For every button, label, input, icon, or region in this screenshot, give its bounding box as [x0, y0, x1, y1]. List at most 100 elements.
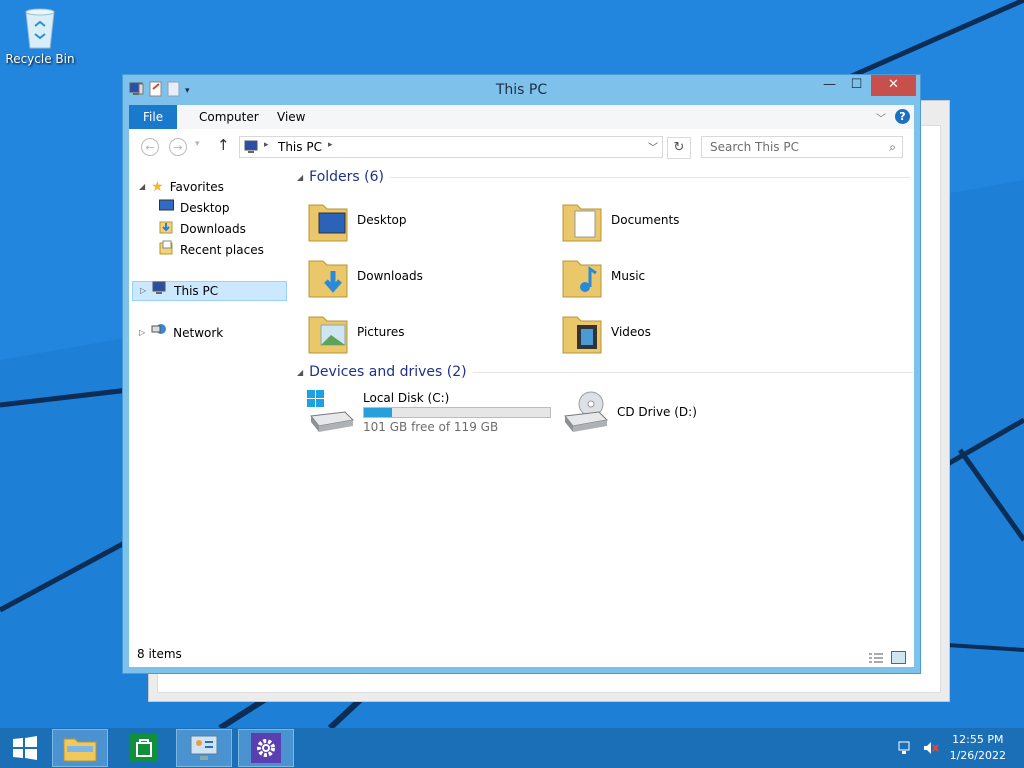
large-icons-view-icon[interactable]: [891, 647, 906, 673]
group-folders-header[interactable]: ◢ Folders (6): [297, 169, 910, 185]
clock-time: 12:55 PM: [952, 733, 1004, 746]
nav-favorites-label: Favorites: [169, 180, 224, 194]
address-bar[interactable]: ▸ This PC ▸ ﹀: [239, 136, 663, 158]
refresh-icon[interactable]: ↻: [667, 137, 691, 159]
nav-this-pc-label: This PC: [174, 284, 219, 298]
nav-favorites[interactable]: ◢ ★ Favorites: [139, 177, 224, 197]
window-title: This PC: [495, 82, 548, 98]
nav-recent-places[interactable]: Recent places: [159, 240, 264, 260]
desktop-icon-recycle-bin[interactable]: Recycle Bin: [4, 6, 76, 66]
downloads-folder-icon: [308, 260, 348, 298]
nav-network[interactable]: ▷ Network: [139, 323, 223, 343]
folder-pictures[interactable]: Pictures: [307, 305, 405, 359]
expand-ribbon-icon[interactable]: ﹀: [876, 110, 886, 125]
desktop-icon-label: Recycle Bin: [5, 52, 75, 66]
close-button[interactable]: ✕: [871, 75, 916, 96]
breadcrumb-this-pc[interactable]: This PC: [278, 140, 322, 154]
folder-desktop[interactable]: Desktop: [307, 193, 407, 247]
taskbar-settings[interactable]: [238, 729, 294, 767]
volume-muted-icon[interactable]: [922, 740, 940, 759]
group-divider: [472, 371, 913, 373]
system-clock[interactable]: 12:55 PM 1/26/2022: [950, 732, 1006, 764]
navigation-pane: ◢ ★ Favorites Desktop Downloads Recent p…: [129, 165, 289, 641]
hard-drive-icon: [307, 390, 355, 432]
folder-label: Videos: [611, 325, 651, 339]
content-area: ← → ▾ ↑ ▸ This PC ▸ ﹀ ↻ Search This PC ⌕…: [129, 129, 914, 667]
forward-button[interactable]: →: [169, 138, 187, 156]
store-icon: [130, 734, 158, 762]
group-folders-label: Folders (6): [309, 169, 384, 185]
expand-arrow-icon[interactable]: ▷: [139, 323, 145, 343]
drive-local-disk-c[interactable]: Local Disk (C:) 101 GB free of 119 GB: [307, 385, 551, 439]
folder-label: Downloads: [357, 269, 423, 283]
breadcrumb-chevron-icon[interactable]: ▸: [264, 140, 269, 150]
cd-drive-icon: [564, 391, 609, 432]
taskbar: 12:55 PM 1/26/2022: [0, 728, 1024, 768]
file-view: ◢ Folders (6) Desktop Documents Download…: [293, 165, 914, 641]
collapse-arrow-icon[interactable]: ◢: [297, 368, 303, 377]
tab-file[interactable]: File: [129, 105, 178, 129]
nav-desktop-label: Desktop: [180, 201, 230, 215]
search-icon[interactable]: ⌕: [889, 137, 896, 157]
network-icon: [151, 323, 167, 343]
title-bar[interactable]: ▾ This PC — ☐ ✕: [123, 75, 920, 104]
gear-icon: [251, 733, 281, 763]
folder-documents[interactable]: Documents: [561, 193, 679, 247]
drive-name: Local Disk (C:): [363, 390, 450, 405]
nav-recent-places-label: Recent places: [180, 243, 264, 257]
folder-videos[interactable]: Videos: [561, 305, 651, 359]
back-button[interactable]: ←: [141, 138, 159, 156]
file-explorer-icon: [63, 738, 97, 762]
pictures-folder-icon: [308, 316, 348, 354]
group-devices-header[interactable]: ◢ Devices and drives (2): [297, 364, 913, 380]
music-folder-icon: [562, 260, 602, 298]
search-input[interactable]: Search This PC ⌕: [701, 136, 903, 158]
file-explorer-window: ▾ This PC — ☐ ✕ File Computer View ﹀ ? ←…: [122, 74, 921, 674]
drive-info: Local Disk (C:) 101 GB free of 119 GB: [363, 391, 551, 434]
group-devices-label: Devices and drives (2): [309, 364, 467, 380]
recent-locations-icon[interactable]: ▾: [195, 139, 200, 149]
folder-downloads[interactable]: Downloads: [307, 249, 423, 303]
recycle-bin-icon: [25, 8, 55, 49]
details-view-icon[interactable]: [868, 647, 884, 673]
drive-name: CD Drive (D:): [617, 405, 697, 419]
search-placeholder: Search This PC: [710, 140, 799, 154]
taskbar-file-explorer[interactable]: [52, 729, 108, 767]
recent-places-icon: [159, 240, 174, 261]
nav-network-label: Network: [173, 326, 224, 340]
nav-downloads-label: Downloads: [180, 222, 246, 236]
documents-folder-icon: [562, 204, 602, 242]
folder-label: Documents: [611, 213, 680, 227]
maximize-button[interactable]: ☐: [843, 75, 870, 96]
expand-arrow-icon[interactable]: ▷: [140, 281, 146, 301]
clock-date: 1/26/2022: [949, 749, 1006, 762]
this-pc-nav-icon: [152, 281, 168, 301]
up-arrow-icon[interactable]: ↑: [217, 136, 230, 154]
drive-cd-d[interactable]: CD Drive (D:): [561, 385, 697, 439]
minimize-button[interactable]: —: [816, 75, 843, 96]
tab-computer[interactable]: Computer: [185, 105, 273, 129]
windows-logo-icon: [13, 736, 37, 760]
help-icon[interactable]: ?: [895, 109, 910, 124]
star-icon: ★: [151, 179, 164, 195]
tab-view[interactable]: View: [263, 105, 319, 129]
folder-label: Music: [611, 269, 646, 283]
taskbar-store[interactable]: [116, 729, 172, 767]
nav-desktop[interactable]: Desktop: [159, 198, 230, 218]
breadcrumb-chevron-icon[interactable]: ▸: [328, 140, 333, 150]
folder-label: Pictures: [357, 325, 405, 339]
nav-downloads[interactable]: Downloads: [159, 219, 246, 239]
address-toolbar: ← → ▾ ↑ ▸ This PC ▸ ﹀ ↻ Search This PC ⌕: [129, 129, 914, 165]
collapse-arrow-icon[interactable]: ◢: [139, 177, 145, 197]
downloads-small-icon: [159, 219, 174, 240]
address-dropdown-icon[interactable]: ﹀: [648, 139, 658, 154]
taskbar-control-panel[interactable]: [176, 729, 232, 767]
drive-free-space: 101 GB free of 119 GB: [363, 419, 499, 434]
collapse-arrow-icon[interactable]: ◢: [297, 173, 303, 182]
network-status-icon[interactable]: [898, 740, 914, 759]
folder-label: Desktop: [357, 213, 407, 227]
start-button[interactable]: [0, 729, 50, 767]
drive-usage-bar: [363, 406, 551, 418]
nav-this-pc[interactable]: ▷ This PC: [132, 281, 287, 301]
folder-music[interactable]: Music: [561, 249, 645, 303]
